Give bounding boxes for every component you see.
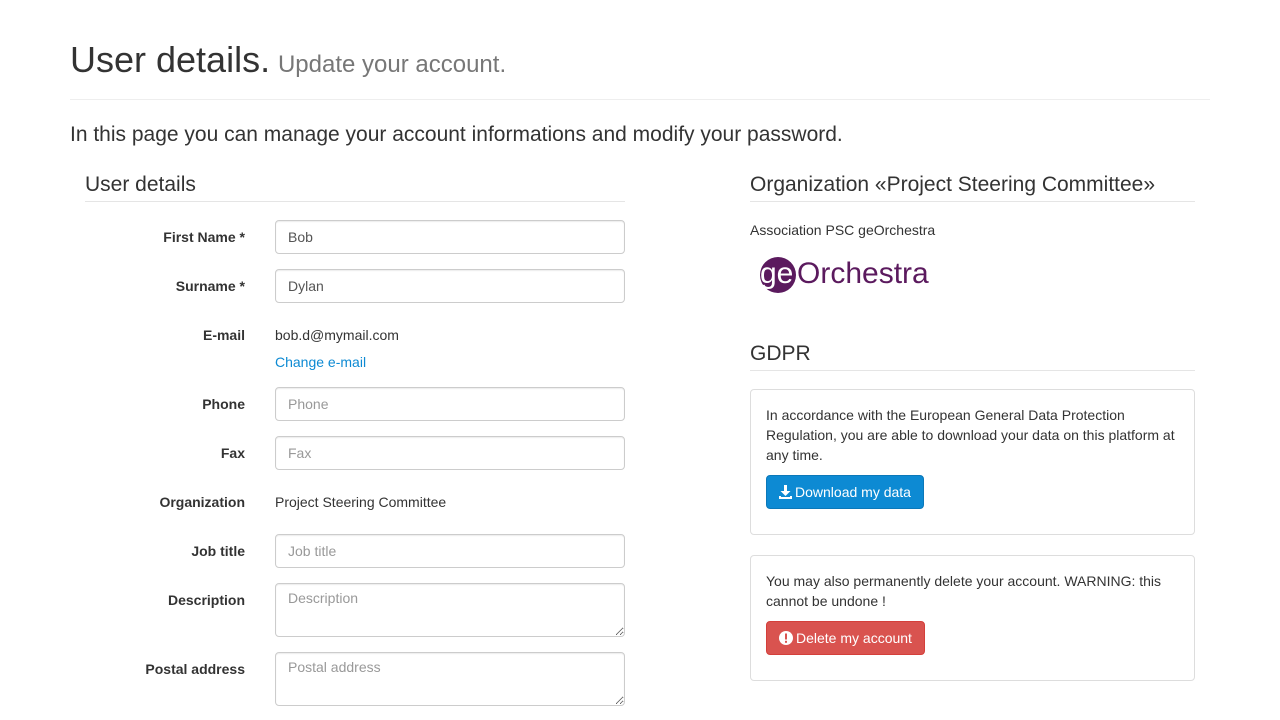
page-title: User details. xyxy=(70,39,271,80)
first-name-input[interactable] xyxy=(275,220,625,254)
gdpr-delete-panel: You may also permanently delete your acc… xyxy=(750,555,1195,681)
first-name-label: First Name * xyxy=(163,229,245,245)
page-header: User details. Update your account. xyxy=(70,38,1210,100)
description-textarea[interactable] xyxy=(275,583,625,637)
logo-text-orchestra: Orchestra xyxy=(797,257,929,290)
georchestra-logo: ge Orchestra xyxy=(758,252,948,298)
delete-my-account-label: Delete my account xyxy=(796,630,912,646)
email-label: E-mail xyxy=(202,327,245,343)
job-title-label: Job title xyxy=(191,543,245,559)
organization-section-title: Organization «Project Steering Committee… xyxy=(750,172,1195,202)
page-subtitle: Update your account. xyxy=(277,51,507,78)
delete-my-account-button[interactable]: Delete my account xyxy=(766,621,925,655)
phone-input[interactable] xyxy=(275,387,625,421)
email-value: bob.d@mymail.com xyxy=(275,327,399,343)
gdpr-download-text: In accordance with the European General … xyxy=(766,407,1175,463)
download-icon xyxy=(779,485,792,499)
postal-address-textarea[interactable] xyxy=(275,652,625,706)
change-email-link[interactable]: Change e-mail xyxy=(275,354,366,370)
download-my-data-button[interactable]: Download my data xyxy=(766,475,924,509)
download-my-data-label: Download my data xyxy=(795,484,911,500)
gdpr-download-panel: In accordance with the European General … xyxy=(750,389,1195,535)
surname-label: Surname * xyxy=(175,278,245,294)
organization-value: Project Steering Committee xyxy=(275,494,447,510)
fax-label: Fax xyxy=(220,445,245,461)
organization-label: Organization xyxy=(159,494,245,510)
surname-input[interactable] xyxy=(275,269,625,303)
exclamation-circle-icon xyxy=(779,631,793,645)
gdpr-delete-text: You may also permanently delete your acc… xyxy=(766,573,1162,609)
description-label: Description xyxy=(167,592,245,608)
page-lead-text: In this page you can manage your account… xyxy=(70,123,843,146)
organization-description: Association PSC geOrchestra xyxy=(750,222,936,238)
postal-address-label: Postal address xyxy=(145,661,245,677)
user-details-section-title: User details xyxy=(85,172,625,202)
job-title-input[interactable] xyxy=(275,534,625,568)
gdpr-section-title: GDPR xyxy=(750,341,1195,371)
phone-label: Phone xyxy=(202,396,245,412)
logo-text-ge: ge xyxy=(760,257,793,290)
fax-input[interactable] xyxy=(275,436,625,470)
